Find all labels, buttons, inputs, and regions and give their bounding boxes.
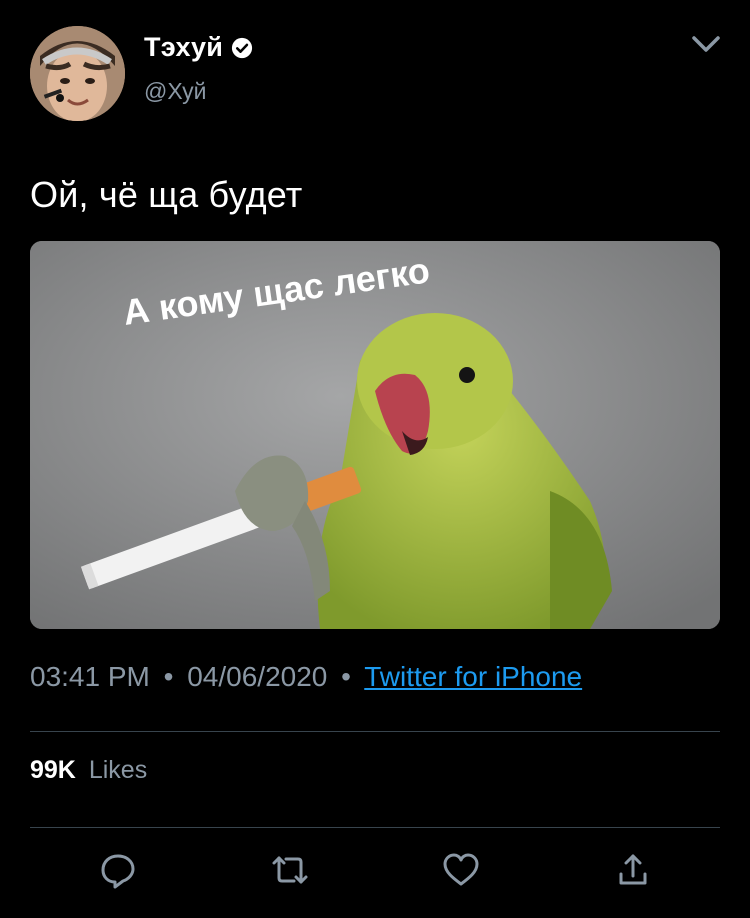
likes-count: 99K [30, 756, 76, 784]
meta-separator: • [163, 661, 174, 692]
verified-badge-icon [231, 37, 253, 58]
tweet-source-link[interactable]: Twitter for iPhone [364, 661, 582, 692]
heart-icon [443, 853, 479, 886]
meta-separator: • [341, 661, 351, 692]
divider [30, 731, 720, 732]
tweet-media[interactable]: А кому щас легко [30, 241, 720, 629]
tweet-date: 04/06/2020 [187, 661, 328, 692]
like-button[interactable] [441, 850, 481, 890]
avatar[interactable] [30, 26, 125, 121]
author-name-row[interactable]: Тэхуй [144, 32, 253, 63]
action-bar [0, 850, 750, 894]
user-handle[interactable]: @Хуй [144, 78, 207, 105]
chevron-down-icon[interactable] [688, 26, 724, 62]
display-name[interactable]: Тэхуй [144, 32, 223, 63]
likes-stat[interactable]: 99K Likes [30, 756, 147, 785]
tweet-time: 03:41 PM [30, 661, 150, 692]
avatar-image [30, 26, 125, 121]
likes-label: Likes [88, 756, 148, 784]
tweet-text: Ой, чё ща будет [30, 174, 303, 215]
tweet-meta: 03:41 PM • 04/06/2020 • Twitter for iPho… [30, 661, 582, 693]
reply-icon [101, 854, 135, 889]
reply-button[interactable] [98, 850, 138, 890]
retweet-button[interactable] [270, 850, 310, 890]
share-icon [619, 854, 647, 885]
share-button[interactable] [613, 850, 653, 890]
retweet-icon [272, 856, 308, 884]
divider [30, 827, 720, 828]
parrot-cigarette-image: А кому щас легко [30, 241, 720, 629]
